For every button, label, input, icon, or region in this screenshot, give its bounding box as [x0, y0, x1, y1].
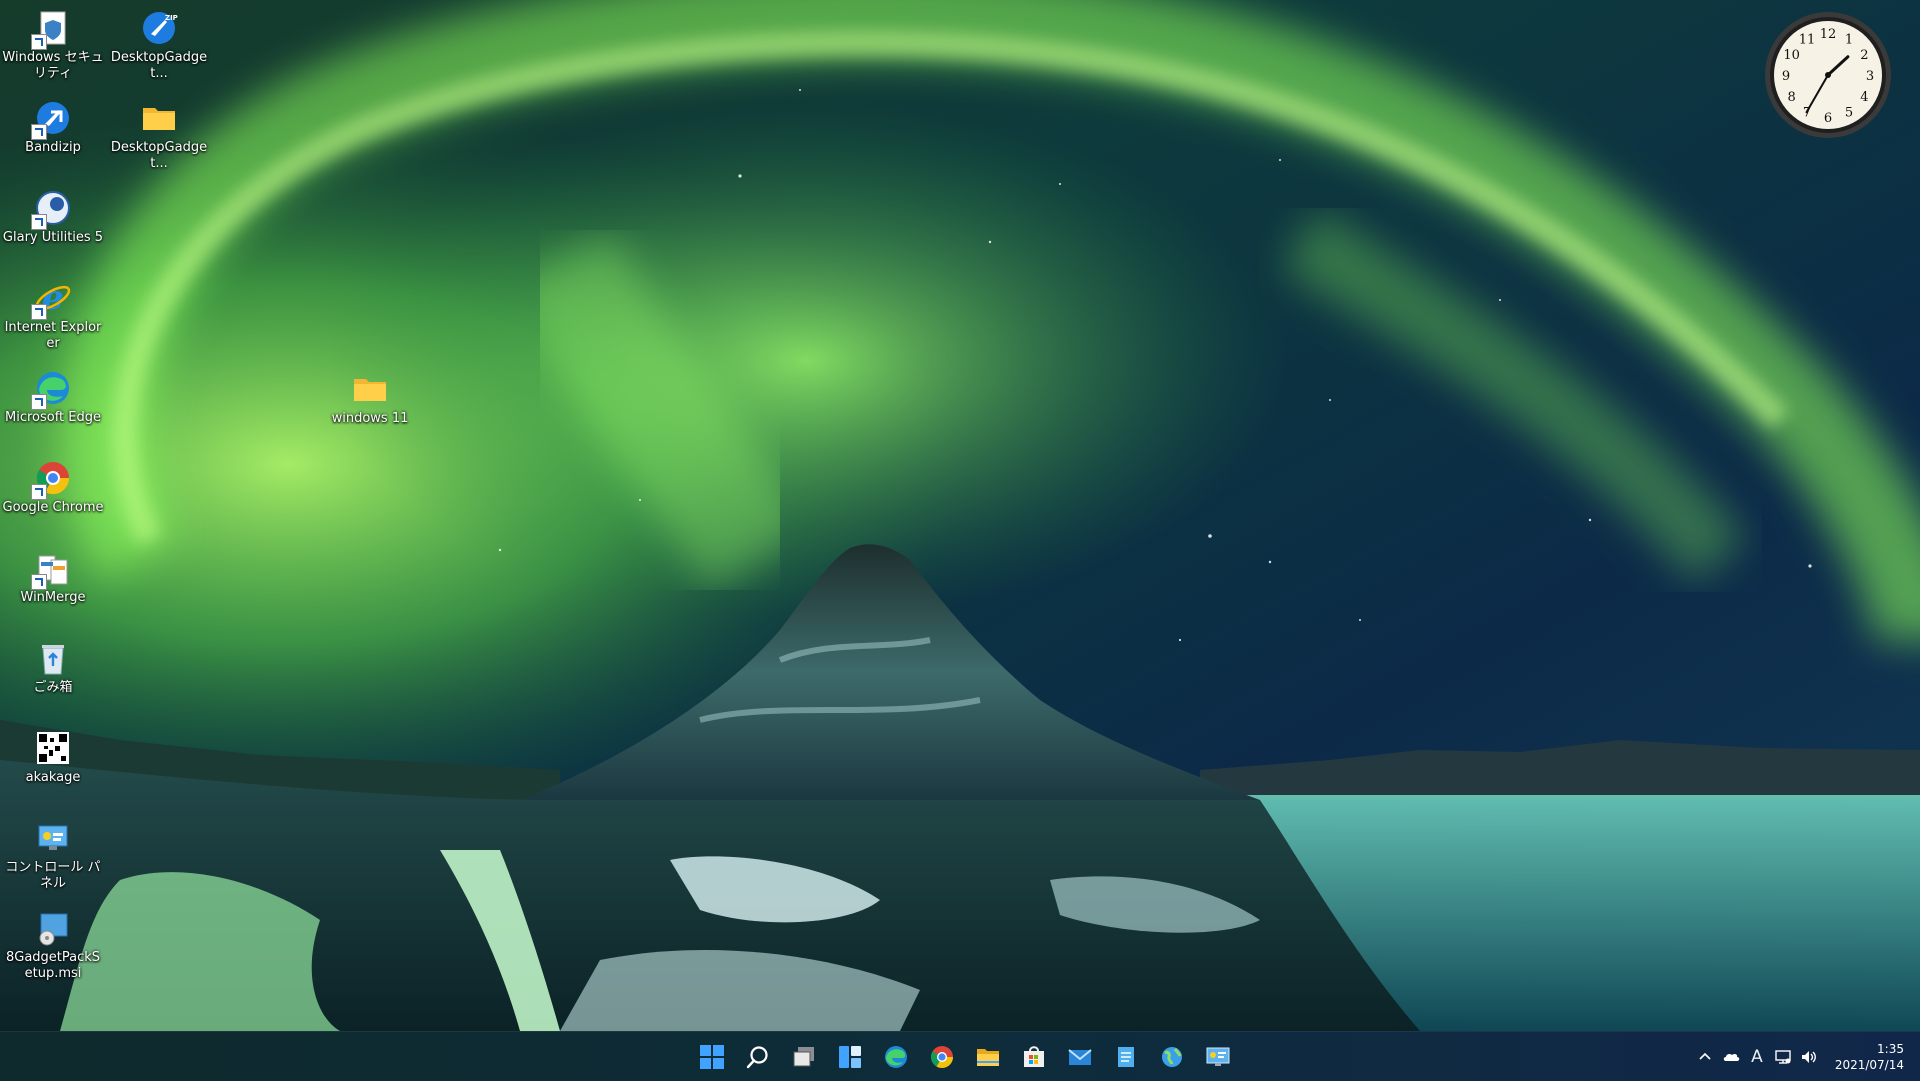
search-icon — [746, 1045, 768, 1068]
taskbar-date: 2021/07/14 — [1834, 1057, 1904, 1072]
clock-numeral: 12 — [1820, 27, 1837, 42]
network-icon[interactable] — [1770, 1032, 1796, 1081]
file-explorer-icon — [977, 1048, 999, 1066]
desktop-icon-recycle-bin[interactable]: ごみ箱 — [0, 632, 106, 696]
desktop-icon-microsoft-edge[interactable]: Microsoft Edge — [0, 362, 106, 426]
desktop-icon-akakage[interactable]: akakage — [0, 722, 106, 786]
svg-text:ZIP: ZIP — [165, 14, 178, 22]
desktop-icon-label: ごみ箱 — [33, 680, 73, 695]
edge-icon — [31, 368, 73, 410]
widgets-icon — [839, 1045, 861, 1068]
clock-numeral: 8 — [1787, 90, 1795, 105]
folder-icon — [350, 369, 390, 409]
volume-icon[interactable] — [1796, 1032, 1822, 1081]
onedrive-cloud-icon[interactable] — [1718, 1032, 1744, 1081]
taskbar-store-button[interactable] — [1014, 1037, 1054, 1077]
winmerge-icon — [31, 548, 73, 590]
taskbar-task-view-button[interactable] — [784, 1037, 824, 1077]
desktop-icon-winmerge[interactable]: WinMerge — [0, 542, 106, 606]
taskbar-search-button[interactable] — [738, 1037, 778, 1077]
desktop-icon-label: Internet Explorer — [4, 320, 102, 351]
desktop-wallpaper — [0, 0, 1920, 1031]
desktop-icon-glary-utilities[interactable]: Glary Utilities 5 — [0, 182, 106, 246]
taskbar-control-panel-button[interactable] — [1198, 1037, 1238, 1077]
qr-image-icon — [33, 728, 73, 768]
system-tray: A 1:35 2021/07/14 — [1692, 1032, 1920, 1081]
desktop-icon-desktopgadget-folder[interactable]: DesktopGadget... — [106, 92, 212, 172]
desktop-icon-label: DesktopGadget... — [110, 140, 208, 171]
ime-mode-indicator[interactable]: A — [1744, 1032, 1770, 1081]
control-panel-icon — [33, 818, 73, 858]
taskbar-widgets-button[interactable] — [830, 1037, 870, 1077]
taskbar-app-area — [692, 1032, 1238, 1081]
desktop-icon-gadgetpack-msi[interactable]: 8GadgetPackSetup.msi — [0, 902, 106, 982]
clock-numeral: 6 — [1824, 111, 1832, 126]
tray-overflow-chevron-icon[interactable] — [1692, 1032, 1718, 1081]
clock-numeral: 4 — [1860, 90, 1868, 105]
store-icon — [1024, 1045, 1044, 1067]
taskbar-file-explorer-button[interactable] — [968, 1037, 1008, 1077]
taskbar-clock[interactable]: 1:35 2021/07/14 — [1822, 1041, 1920, 1073]
desktop-icon-windows11-folder[interactable]: windows 11 — [317, 363, 423, 427]
desktop-icon-bandizip[interactable]: Bandizip — [0, 92, 106, 156]
taskbar-globe-button[interactable] — [1152, 1037, 1192, 1077]
clock-numeral: 9 — [1782, 69, 1790, 84]
desktop-icon-label: コントロール パネル — [5, 860, 101, 891]
taskbar-edge-button[interactable] — [876, 1037, 916, 1077]
desktop-icon-label: Bandizip — [25, 140, 81, 155]
control-panel-icon — [1206, 1047, 1230, 1066]
chrome-icon — [31, 458, 73, 500]
desktop-icon-label: Google Chrome — [2, 500, 104, 515]
shield-file-icon — [31, 8, 73, 50]
taskbar: A 1:35 2021/07/14 — [0, 1031, 1920, 1081]
desktop-icon-control-panel[interactable]: コントロール パネル — [0, 812, 106, 892]
desktop-icon-label: WinMerge — [20, 590, 86, 605]
windows-start-icon — [700, 1044, 724, 1069]
clock-numeral: 3 — [1866, 69, 1874, 84]
desktop-icon-google-chrome[interactable]: Google Chrome — [0, 452, 106, 516]
clock-numeral: 10 — [1783, 48, 1800, 63]
taskbar-time: 1:35 — [1877, 1041, 1904, 1056]
bandizip-icon — [31, 98, 73, 140]
desktop-icon-internet-explorer[interactable]: e Internet Explorer — [0, 272, 106, 352]
desktop-icon-label: akakage — [25, 770, 81, 785]
clock-numeral: 1 — [1845, 33, 1853, 48]
glary-utilities-icon — [31, 188, 73, 230]
desktop-icon-label: Microsoft Edge — [4, 410, 101, 425]
clock-gadget[interactable]: 121234567891011 — [1763, 10, 1893, 140]
chrome-icon — [931, 1045, 953, 1068]
recycle-bin-icon — [33, 638, 73, 678]
clock-numeral: 2 — [1860, 48, 1868, 63]
desktop-icon-label: 8GadgetPackSetup.msi — [5, 950, 101, 981]
internet-explorer-icon: e — [31, 278, 73, 320]
desktop-icon-windows-security[interactable]: Windows セキュリティ — [0, 2, 106, 82]
desktop-icon-desktopgadget-zip[interactable]: ZIP DesktopGadget... — [106, 2, 212, 82]
desktop-icon-label: DesktopGadget... — [110, 50, 208, 81]
desktop-icon-label: windows 11 — [331, 411, 409, 426]
folder-icon — [139, 98, 179, 138]
clock-numeral: 11 — [1799, 33, 1816, 48]
bandizip-zip-icon: ZIP — [139, 8, 179, 48]
desktop-icon-label: Glary Utilities 5 — [2, 230, 104, 245]
clock-numeral: 5 — [1845, 105, 1853, 120]
taskbar-mail-button[interactable] — [1060, 1037, 1100, 1077]
globe-icon — [1162, 1046, 1182, 1067]
mail-icon — [1068, 1048, 1092, 1065]
task-view-icon — [793, 1046, 814, 1066]
taskbar-start-button[interactable] — [692, 1037, 732, 1077]
taskbar-chrome-button[interactable] — [922, 1037, 962, 1077]
taskbar-notepad-button[interactable] — [1106, 1037, 1146, 1077]
desktop-icon-label: Windows セキュリティ — [2, 50, 104, 81]
edge-icon — [885, 1045, 907, 1068]
notepad-icon — [1118, 1046, 1134, 1067]
msi-installer-icon — [33, 908, 73, 948]
